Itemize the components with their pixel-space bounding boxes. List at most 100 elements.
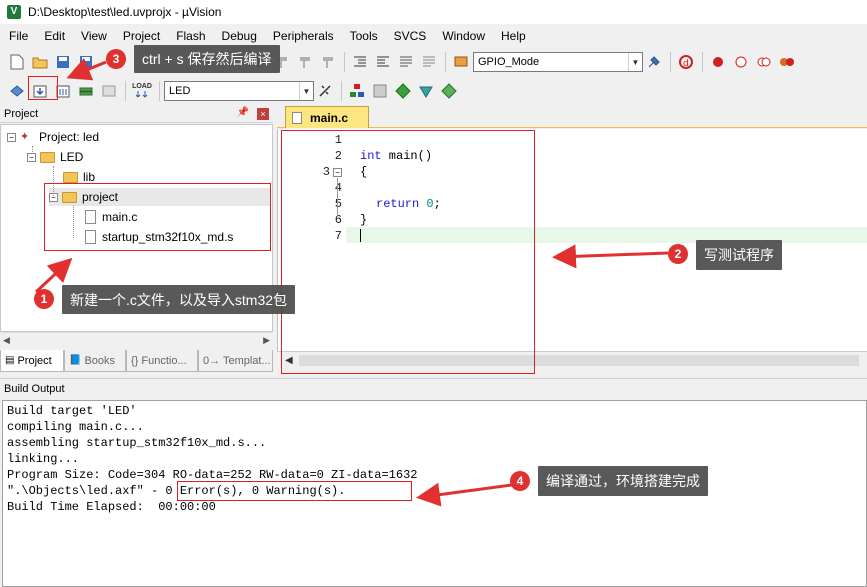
project-panel-title-text: Project bbox=[4, 108, 39, 120]
annotation-badge-2: 2 bbox=[668, 244, 688, 264]
tab-books[interactable]: 📘 Books bbox=[64, 350, 126, 372]
pin-icon[interactable]: 📌 bbox=[237, 107, 249, 118]
find-icon[interactable] bbox=[643, 51, 665, 73]
title-bar: V D:\Desktop\test\led.uvprojx - µVision bbox=[0, 0, 867, 24]
tree-label: LED bbox=[60, 150, 84, 164]
project-tree-scrollbar[interactable]: ◀ ▶ bbox=[1, 332, 272, 348]
build-toolbar: LOAD LED ▼ bbox=[0, 77, 867, 105]
stop-build-icon[interactable] bbox=[98, 80, 120, 102]
c-file-icon bbox=[292, 111, 302, 124]
indent-icon[interactable] bbox=[349, 51, 371, 73]
tab-label: {} Functio... bbox=[131, 354, 187, 367]
find-combo[interactable]: GPIO_Mode ▼ bbox=[473, 52, 643, 72]
target-select[interactable]: LED ▼ bbox=[164, 81, 314, 101]
annotation-badge-3: 3 bbox=[106, 49, 126, 69]
editor-tab-label: main.c bbox=[310, 110, 349, 125]
toolbar-separator bbox=[344, 52, 345, 72]
build-line: Build target 'LED' bbox=[7, 404, 137, 418]
menu-debug[interactable]: Debug bbox=[213, 26, 264, 46]
menu-view[interactable]: View bbox=[72, 26, 114, 46]
toolbar-separator bbox=[125, 81, 126, 101]
target-folder-icon bbox=[40, 151, 55, 163]
annotation-callout-3: ctrl + s 保存然后编译 bbox=[134, 45, 280, 73]
manage-rte-icon[interactable] bbox=[415, 80, 437, 102]
target-select-value: LED bbox=[169, 85, 191, 97]
disable-all-breakpoints-icon[interactable] bbox=[753, 51, 775, 73]
menu-file[interactable]: File bbox=[0, 26, 35, 46]
find-in-files-icon[interactable] bbox=[450, 51, 472, 73]
build-line: compiling main.c... bbox=[7, 420, 144, 434]
download-icon[interactable]: LOAD bbox=[130, 80, 154, 102]
find-combo-value: GPIO_Mode bbox=[478, 56, 540, 68]
tab-project[interactable]: ▤ Project bbox=[0, 350, 64, 372]
breakpoint-icon[interactable] bbox=[707, 51, 729, 73]
close-icon[interactable]: × bbox=[257, 108, 269, 120]
collapse-icon[interactable]: − bbox=[7, 132, 16, 142]
tab-templates[interactable]: 0→ Templat... bbox=[198, 350, 273, 372]
disable-breakpoint-icon[interactable] bbox=[730, 51, 752, 73]
select-packs-icon[interactable] bbox=[369, 80, 391, 102]
window-title: D:\Desktop\test\led.uvprojx - µVision bbox=[28, 5, 222, 19]
build-line: Build Time Elapsed: 00:00:00 bbox=[7, 500, 216, 514]
event-recorder-icon[interactable] bbox=[438, 80, 460, 102]
clear-bookmarks-icon[interactable] bbox=[317, 51, 339, 73]
manage-project-items-icon[interactable] bbox=[346, 80, 368, 102]
unindent-icon[interactable] bbox=[372, 51, 394, 73]
uncomment-icon[interactable] bbox=[418, 51, 440, 73]
debug-session-icon[interactable]: d bbox=[675, 51, 697, 73]
annotation-box-build-result bbox=[177, 481, 412, 501]
books-icon: 📘 bbox=[69, 355, 82, 366]
comment-icon[interactable] bbox=[395, 51, 417, 73]
menu-tools[interactable]: Tools bbox=[341, 26, 385, 46]
open-folder-icon[interactable] bbox=[29, 51, 51, 73]
file-toolbar: GPIO_Mode ▼ d bbox=[0, 48, 867, 76]
menu-svcs[interactable]: SVCS bbox=[385, 26, 434, 46]
toolbar-separator bbox=[670, 52, 671, 72]
toolbar-separator bbox=[702, 52, 703, 72]
new-file-icon[interactable] bbox=[6, 51, 28, 73]
project-icon: ✦ bbox=[20, 131, 30, 143]
chevron-down-icon[interactable]: ▼ bbox=[628, 53, 642, 71]
scroll-left-icon[interactable]: ◀ bbox=[3, 335, 10, 346]
annotation-callout-4: 编译通过，环境搭建完成 bbox=[538, 466, 708, 496]
build-output-pane[interactable]: Build target 'LED' compiling main.c... a… bbox=[2, 400, 867, 587]
download-label: LOAD bbox=[132, 82, 152, 90]
tree-label: Project: led bbox=[39, 130, 100, 144]
svg-text:d: d bbox=[683, 59, 689, 69]
tree-item-project-root[interactable]: − ✦ Project: led bbox=[7, 128, 99, 146]
batch-build-icon[interactable] bbox=[75, 80, 97, 102]
next-bookmark-icon[interactable] bbox=[294, 51, 316, 73]
editor-tab-main-c[interactable]: main.c bbox=[285, 106, 369, 128]
tab-label: Books bbox=[84, 354, 116, 367]
menu-flash[interactable]: Flash bbox=[167, 26, 212, 46]
menu-edit[interactable]: Edit bbox=[35, 26, 72, 46]
collapse-icon[interactable]: − bbox=[27, 152, 36, 162]
tab-functions[interactable]: {} Functio... bbox=[126, 350, 198, 372]
annotation-callout-2: 写测试程序 bbox=[696, 240, 782, 270]
build-output-title: Build Output bbox=[0, 378, 867, 398]
menu-project[interactable]: Project bbox=[114, 26, 167, 46]
pack-installer-icon[interactable] bbox=[392, 80, 414, 102]
save-icon[interactable] bbox=[52, 51, 74, 73]
kill-breakpoints-icon[interactable] bbox=[776, 51, 798, 73]
chevron-down-icon[interactable]: ▼ bbox=[299, 82, 313, 100]
annotation-box-project-files bbox=[44, 183, 271, 251]
scroll-right-icon[interactable]: ▶ bbox=[263, 335, 270, 346]
tree-item-target-led[interactable]: − LED bbox=[27, 148, 83, 166]
annotation-box-build-button bbox=[28, 76, 58, 100]
annotation-callout-1: 新建一个.c文件，以及导入stm32包 bbox=[62, 285, 296, 314]
translate-icon[interactable] bbox=[6, 80, 28, 102]
folder-icon bbox=[63, 171, 78, 183]
tree-connector bbox=[32, 146, 33, 152]
save-all-icon[interactable] bbox=[75, 51, 97, 73]
toolbar-separator bbox=[159, 81, 160, 101]
annotation-badge-1: 1 bbox=[34, 289, 54, 309]
tab-label: 0→ Templat... bbox=[203, 354, 271, 367]
menu-window[interactable]: Window bbox=[433, 26, 492, 46]
uvision-window: V D:\Desktop\test\led.uvprojx - µVision … bbox=[0, 0, 867, 587]
menu-help[interactable]: Help bbox=[492, 26, 533, 46]
build-line: assembling startup_stm32f10x_md.s... bbox=[7, 436, 267, 450]
target-options-icon[interactable] bbox=[314, 80, 336, 102]
menu-peripherals[interactable]: Peripherals bbox=[264, 26, 341, 46]
project-tab-icon: ▤ bbox=[5, 355, 15, 366]
